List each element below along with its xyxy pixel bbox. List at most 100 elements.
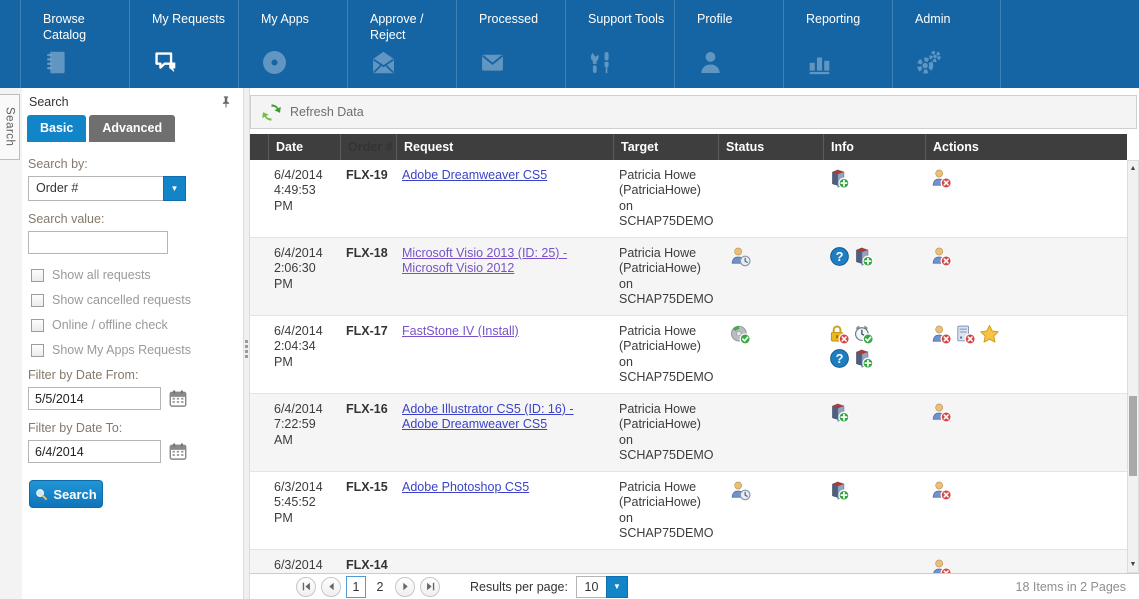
checkbox-label: Show all requests <box>52 268 151 282</box>
date-to-input[interactable] <box>28 440 161 463</box>
column-header-order[interactable]: Order # <box>340 134 396 160</box>
nav-item-label: Profile <box>697 11 775 44</box>
checkbox[interactable] <box>31 269 44 282</box>
cancel-user-icon[interactable] <box>931 402 952 423</box>
person-icon <box>697 49 724 76</box>
page-button-2[interactable]: 2 <box>370 576 390 598</box>
nav-item-admin[interactable]: Admin <box>892 0 1001 88</box>
search-dock-tab-label: Search <box>4 107 16 146</box>
column-header-status[interactable]: Status <box>718 134 823 160</box>
actions-cell <box>925 238 1127 315</box>
scrollbar-thumb[interactable] <box>1129 396 1137 476</box>
column-header-target[interactable]: Target <box>613 134 718 160</box>
checkbox-show-cancelled-requests[interactable]: Show cancelled requests <box>31 293 233 307</box>
cancel-user-icon[interactable] <box>931 246 952 267</box>
nav-item-approve-reject[interactable]: Approve / Reject <box>347 0 456 88</box>
nav-item-support-tools[interactable]: Support Tools <box>565 0 674 88</box>
request-link[interactable]: Adobe Illustrator CS5 (ID: 16) - Adobe D… <box>402 402 574 431</box>
nav-item-label: Processed <box>479 11 557 44</box>
request-date: 6/4/2014 2:06:30 PM <box>268 238 340 315</box>
uninstall-computer-icon[interactable] <box>955 324 976 345</box>
column-header-request[interactable]: Request <box>396 134 613 160</box>
tools-icon <box>588 49 615 76</box>
first-page-button[interactable] <box>296 577 316 597</box>
nav-item-processed[interactable]: Processed <box>456 0 565 88</box>
order-number: FLX-15 <box>340 472 396 549</box>
rate-star-icon[interactable] <box>979 324 1000 345</box>
chevron-down-icon[interactable]: ▼ <box>163 176 186 201</box>
refresh-data-button[interactable]: Refresh Data <box>250 95 1137 129</box>
nav-item-reporting[interactable]: Reporting <box>783 0 892 88</box>
nav-item-my-apps[interactable]: My Apps <box>238 0 347 88</box>
nav-item-profile[interactable]: Profile <box>674 0 783 88</box>
request-link[interactable]: Microsoft Visio 2013 (ID: 25) - Microsof… <box>402 246 567 275</box>
search-by-dropdown[interactable]: Order # ▼ <box>28 176 186 201</box>
install-icon[interactable] <box>853 348 874 369</box>
install-icon[interactable] <box>829 402 850 423</box>
status-cell <box>718 160 823 237</box>
checkbox[interactable] <box>31 319 44 332</box>
gears-icon <box>915 49 942 76</box>
cancel-user-icon[interactable] <box>931 324 952 345</box>
cancel-user-icon[interactable] <box>931 480 952 501</box>
request-date: 6/3/2014 5:45:52 PM <box>268 472 340 549</box>
checkbox[interactable] <box>31 294 44 307</box>
nav-item-label: Reporting <box>806 11 884 44</box>
license-lock-icon[interactable] <box>829 324 850 345</box>
checkbox-show-all-requests[interactable]: Show all requests <box>31 268 233 282</box>
date-from-input[interactable] <box>28 387 161 410</box>
tab-basic[interactable]: Basic <box>27 115 86 142</box>
calendar-icon[interactable] <box>168 389 188 408</box>
column-header-info[interactable]: Info <box>823 134 925 160</box>
next-page-button[interactable] <box>395 577 415 597</box>
search-dock-tab[interactable]: Search <box>0 94 20 160</box>
scroll-down-icon[interactable]: ▼ <box>1128 557 1138 572</box>
column-header-date[interactable]: Date <box>268 134 340 160</box>
scroll-up-icon[interactable]: ▲ <box>1128 161 1138 176</box>
table-row: 6/4/2014 2:04:34 PMFLX-17FastStone IV (I… <box>250 316 1127 394</box>
request-date: 6/4/2014 2:04:34 PM <box>268 316 340 393</box>
request-link[interactable]: Adobe Dreamweaver CS5 <box>402 168 547 182</box>
order-number: FLX-14 (2 Items) <box>340 550 396 573</box>
checkbox-online-offline-check[interactable]: Online / offline check <box>31 318 233 332</box>
request-target <box>613 550 718 573</box>
install-icon[interactable] <box>853 246 874 267</box>
request-date: 6/3/2014 2:20:58 PM <box>268 550 340 573</box>
request-cell: Adobe Photoshop CS5 <box>396 472 613 549</box>
row-expander-cell <box>250 472 268 549</box>
cancel-user-icon[interactable] <box>931 558 952 573</box>
nav-item-browse-catalog[interactable]: Browse Catalog <box>20 0 129 88</box>
nav-item-my-requests[interactable]: My Requests <box>129 0 238 88</box>
sidebar-splitter[interactable] <box>243 88 250 599</box>
request-date: 6/4/2014 4:49:53 PM <box>268 160 340 237</box>
column-header-actions[interactable]: Actions <box>925 134 1127 160</box>
search-value-input[interactable] <box>28 231 168 254</box>
svg-text:?: ? <box>836 351 844 366</box>
info-cell <box>823 550 925 573</box>
install-icon[interactable] <box>829 168 850 189</box>
last-page-button[interactable] <box>420 577 440 597</box>
cancel-user-icon[interactable] <box>931 168 952 189</box>
question-icon[interactable]: ? <box>829 348 850 369</box>
grid-body: 6/4/2014 4:49:53 PMFLX-19Adobe Dreamweav… <box>250 160 1127 573</box>
calendar-icon[interactable] <box>168 442 188 461</box>
chat-icon <box>152 49 179 76</box>
request-link[interactable]: FastStone IV (Install) <box>402 324 519 338</box>
question-icon[interactable]: ? <box>829 246 850 267</box>
checkbox-show-my-apps-requests[interactable]: Show My Apps Requests <box>31 343 233 357</box>
search-button[interactable]: Search <box>29 480 103 508</box>
vertical-scrollbar[interactable]: ▲ ▼ <box>1127 160 1139 573</box>
pin-icon[interactable] <box>219 95 233 109</box>
checkbox[interactable] <box>31 344 44 357</box>
prev-page-button[interactable] <box>321 577 341 597</box>
table-row: 6/4/2014 2:06:30 PMFLX-18Microsoft Visio… <box>250 238 1127 316</box>
tab-advanced[interactable]: Advanced <box>89 115 175 142</box>
date-to-label: Filter by Date To: <box>28 421 233 435</box>
schedule-check-icon[interactable] <box>853 324 874 345</box>
page-button-1[interactable]: 1 <box>346 576 366 598</box>
request-link[interactable]: Adobe Photoshop CS5 <box>402 480 529 494</box>
results-per-page-dropdown[interactable]: 10 ▼ <box>576 576 628 598</box>
table-row: 6/4/2014 4:49:53 PMFLX-19Adobe Dreamweav… <box>250 160 1127 238</box>
install-icon[interactable] <box>829 480 850 501</box>
chevron-down-icon[interactable]: ▼ <box>606 576 628 598</box>
